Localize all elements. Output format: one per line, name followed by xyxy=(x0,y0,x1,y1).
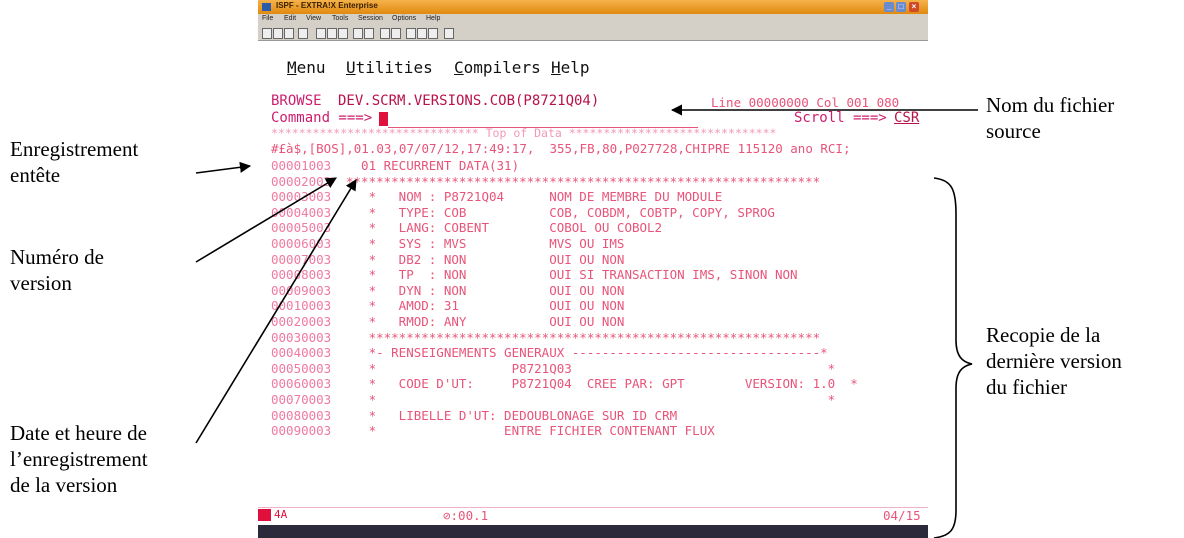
brace-recopie xyxy=(933,177,973,538)
arrow-numero-version xyxy=(195,177,337,263)
annotation-arrows xyxy=(195,104,978,538)
arrow-enregistrement xyxy=(195,161,252,174)
arrow-date-heure xyxy=(195,179,357,444)
